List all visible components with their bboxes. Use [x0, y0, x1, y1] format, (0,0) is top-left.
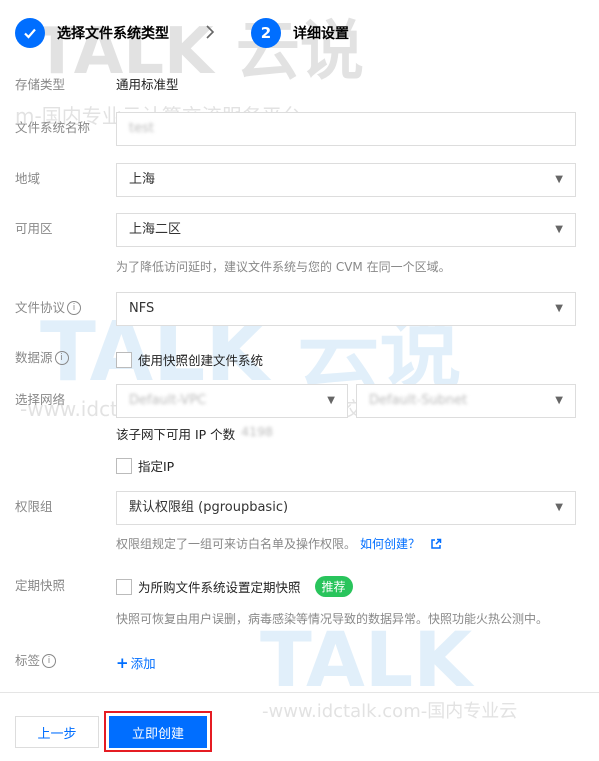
snapshot-source-label: 使用快照创建文件系统	[138, 353, 264, 368]
tags-label: 标签	[15, 653, 41, 668]
caret-down-icon: ▼	[555, 224, 563, 235]
add-tag-button[interactable]: + 添加	[116, 653, 156, 672]
zone-row: 可用区 上海二区 ▼ 为了降低访问延时，建议文件系统与您的 CVM 在同一个区域…	[15, 213, 585, 275]
step-2-label: 详细设置	[293, 26, 349, 42]
caret-down-icon: ▼	[555, 502, 563, 513]
region-value: 上海	[129, 172, 156, 187]
permission-group-row: 权限组 默认权限组 (pgroupbasic) ▼ 权限组规定了一组可来访白名单…	[15, 491, 585, 553]
subnet-value: Default-Subnet	[369, 393, 468, 408]
footer-divider	[0, 692, 599, 693]
vpc-value: Default-VPC	[129, 393, 207, 408]
step-1-label: 选择文件系统类型	[57, 26, 169, 42]
external-link-icon[interactable]	[430, 538, 442, 550]
region-label: 地域	[15, 171, 41, 186]
step-indicator: 选择文件系统类型 2 详细设置	[15, 17, 349, 49]
fs-name-row: 文件系统名称 test	[15, 112, 585, 146]
network-row: 选择网络 Default-VPC ▼ Default-Subnet ▼ 该子网下…	[15, 384, 585, 479]
snapshot-row: 定期快照 为所购文件系统设置定期快照 推荐 快照可恢复由用户误删，病毒感染等情况…	[15, 570, 585, 630]
vpc-select[interactable]: Default-VPC ▼	[116, 384, 348, 418]
snapshot-source-checkbox[interactable]	[116, 351, 132, 368]
info-icon[interactable]: i	[67, 301, 82, 315]
zone-value: 上海二区	[129, 222, 182, 237]
recommend-badge: 推荐	[314, 576, 353, 597]
permission-group-hint: 权限组规定了一组可来访白名单及操作权限。	[116, 537, 357, 551]
fs-name-label: 文件系统名称	[15, 120, 91, 135]
protocol-label-wrap: 文件协议 i	[15, 292, 82, 324]
add-tag-label: 添加	[130, 656, 156, 671]
caret-down-icon: ▼	[327, 395, 335, 406]
zone-select[interactable]: 上海二区 ▼	[116, 213, 576, 247]
step-1-circle	[15, 18, 45, 48]
network-label: 选择网络	[15, 392, 66, 407]
protocol-label: 文件协议	[15, 300, 66, 315]
caret-down-icon: ▼	[555, 174, 563, 185]
tags-row: 标签 i + 添加	[15, 645, 585, 677]
datasource-row: 数据源 i 使用快照创建文件系统	[15, 342, 585, 374]
storage-type-row: 存储类型 通用标准型	[15, 69, 585, 101]
zone-label: 可用区	[15, 221, 53, 236]
permission-group-value: 默认权限组 (pgroupbasic)	[129, 500, 289, 515]
create-now-button[interactable]: 立即创建	[109, 716, 207, 748]
prev-step-button[interactable]: 上一步	[15, 716, 99, 748]
storage-type-value: 通用标准型	[116, 77, 179, 92]
info-icon[interactable]: i	[42, 654, 57, 668]
caret-down-icon: ▼	[555, 395, 563, 406]
fs-name-value: test	[129, 121, 154, 136]
snapshot-label: 定期快照	[15, 578, 66, 593]
ip-available-count: 4198	[241, 424, 273, 439]
protocol-value: NFS	[129, 301, 155, 316]
region-row: 地域 上海 ▼	[15, 163, 585, 197]
subnet-select[interactable]: Default-Subnet ▼	[356, 384, 576, 418]
watermark-line-bottom: -www.idctalk.com-国内专业云	[262, 701, 518, 722]
permission-group-hint-line: 权限组规定了一组可来访白名单及操作权限。 如何创建？	[116, 535, 442, 552]
specify-ip-checkbox[interactable]	[116, 457, 132, 474]
chevron-right-icon	[205, 24, 215, 43]
specify-ip-option[interactable]: 指定IP	[116, 456, 174, 475]
plus-icon: +	[116, 653, 129, 672]
fs-name-input[interactable]: test	[116, 112, 576, 146]
protocol-select[interactable]: NFS ▼	[116, 292, 576, 326]
snapshot-option[interactable]: 为所购文件系统设置定期快照 推荐	[116, 576, 353, 597]
snapshot-checkbox-label: 为所购文件系统设置定期快照	[138, 580, 301, 595]
protocol-row: 文件协议 i NFS ▼	[15, 292, 585, 326]
tags-label-wrap: 标签 i	[15, 645, 57, 677]
check-icon	[24, 28, 36, 39]
step-2-circle: 2	[251, 18, 281, 48]
info-icon[interactable]: i	[54, 351, 69, 365]
ip-available-line: 该子网下可用 IP 个数 4198	[116, 424, 273, 443]
zone-hint: 为了降低访问延时，建议文件系统与您的 CVM 在同一个区域。	[116, 260, 451, 274]
how-to-create-link[interactable]: 如何创建？	[360, 535, 420, 552]
datasource-label-wrap: 数据源 i	[15, 342, 69, 374]
datasource-label: 数据源	[15, 350, 53, 365]
region-select[interactable]: 上海 ▼	[116, 163, 576, 197]
permission-group-label: 权限组	[15, 499, 53, 514]
permission-group-select[interactable]: 默认权限组 (pgroupbasic) ▼	[116, 491, 576, 525]
specify-ip-label: 指定IP	[138, 459, 175, 474]
ip-available-label: 该子网下可用 IP 个数	[116, 427, 236, 442]
caret-down-icon: ▼	[555, 303, 563, 314]
snapshot-source-option[interactable]: 使用快照创建文件系统	[116, 350, 263, 369]
storage-type-label: 存储类型	[15, 77, 66, 92]
snapshot-checkbox[interactable]	[116, 578, 132, 595]
snapshot-hint: 快照可恢复由用户误删，病毒感染等情况导致的数据异常。快照功能火热公测中。	[116, 612, 549, 626]
